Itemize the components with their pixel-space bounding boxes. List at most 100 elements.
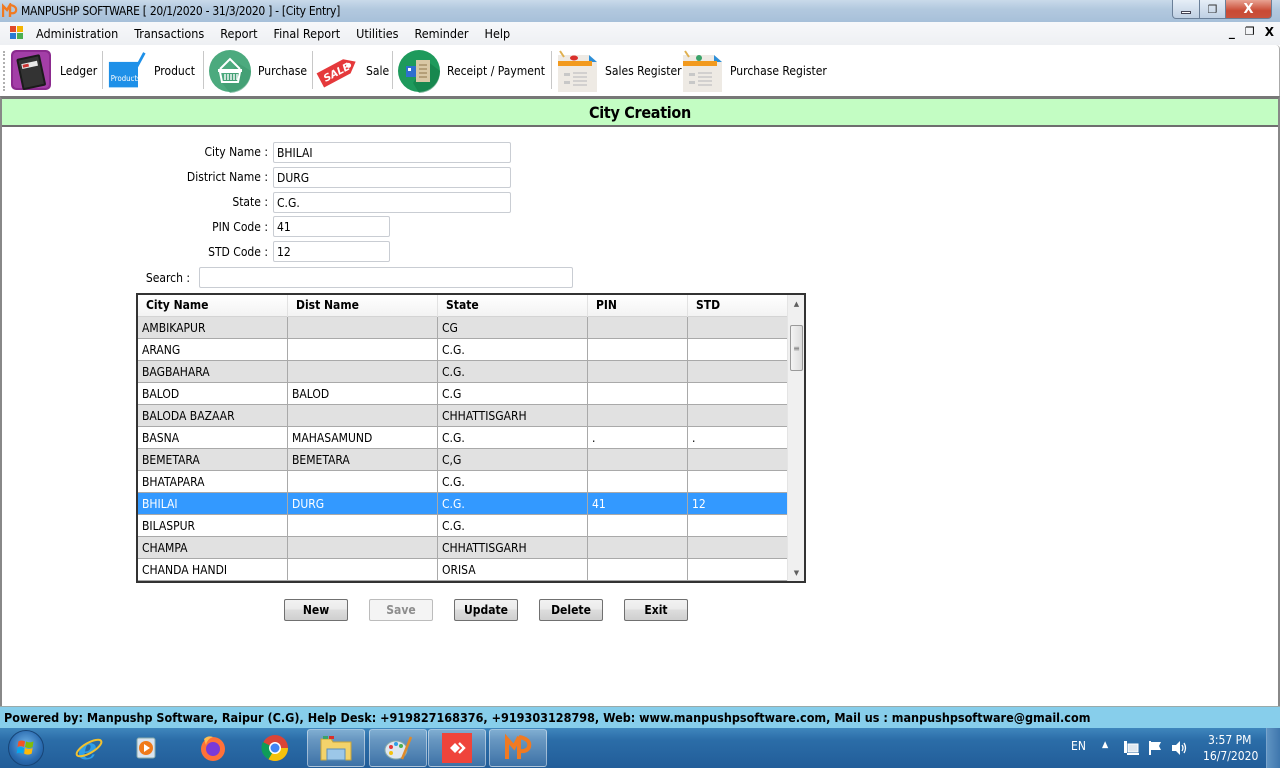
cell-pin[interactable] [588,317,688,338]
cell-city-name[interactable]: BHILAI [138,493,288,514]
table-row[interactable]: BEMETARA BEMETARA C,G [138,449,788,471]
toolbar-ledger-button[interactable]: Ledger [10,48,97,94]
cell-std[interactable]: . [688,427,788,448]
cell-state[interactable]: C.G. [438,361,588,382]
scroll-down-arrow-icon[interactable]: ▼ [788,564,804,581]
cell-dist-name[interactable]: MAHASAMUND [288,427,438,448]
cell-pin[interactable] [588,515,688,536]
cell-dist-name[interactable] [288,559,438,580]
column-header-std[interactable]: STD [688,295,788,317]
column-header-state[interactable]: State [438,295,588,317]
city-name-input[interactable] [273,142,511,163]
update-button[interactable]: Update [454,599,518,621]
taskbar-anydesk[interactable] [428,729,486,767]
cell-std[interactable]: 12 [688,493,788,514]
cell-state[interactable]: CG [438,317,588,338]
start-button[interactable] [8,730,44,766]
cell-dist-name[interactable] [288,361,438,382]
network-icon[interactable] [1123,740,1139,756]
cell-state[interactable]: C,G [438,449,588,470]
taskbar-manpushp[interactable] [489,729,547,767]
show-hidden-icons-icon[interactable]: ▲ [1102,740,1108,750]
cell-std[interactable] [688,559,788,580]
taskbar-chrome[interactable] [246,729,304,767]
cell-pin[interactable] [588,339,688,360]
minimize-button[interactable] [1172,0,1200,19]
district-name-input[interactable] [273,167,511,188]
cell-pin[interactable] [588,405,688,426]
table-row[interactable]: BAGBAHARA C.G. [138,361,788,383]
clock-time[interactable]: 3:57 PM [1208,733,1252,747]
cell-pin[interactable] [588,383,688,404]
cell-dist-name[interactable]: BEMETARA [288,449,438,470]
cell-city-name[interactable]: BALODA BAZAAR [138,405,288,426]
toolbar-receipt-payment-button[interactable]: Receipt / Payment [397,48,545,94]
cell-pin[interactable] [588,471,688,492]
menu-final-report[interactable]: Final Report [266,26,349,41]
action-center-flag-icon[interactable] [1148,740,1164,756]
cell-city-name[interactable]: CHANDA HANDI [138,559,288,580]
taskbar-paint[interactable] [369,729,427,767]
cell-state[interactable]: CHHATTISGARH [438,537,588,558]
mdi-close-button[interactable]: X [1265,25,1274,39]
delete-button[interactable]: Delete [539,599,603,621]
std-code-input[interactable] [273,241,390,262]
toolbar-purchase-register-button[interactable]: Purchase Register [680,48,827,94]
toolbar-sale-button[interactable]: SALE Sale [316,48,389,94]
cell-dist-name[interactable]: DURG [288,493,438,514]
toolbar-product-button[interactable]: Products Product [108,48,195,94]
cell-state[interactable]: C.G. [438,471,588,492]
cell-dist-name[interactable] [288,317,438,338]
pin-code-input[interactable] [273,216,390,237]
cell-state[interactable]: C.G. [438,515,588,536]
scroll-thumb[interactable]: ≡ [790,325,803,371]
cell-state[interactable]: C.G. [438,339,588,360]
cell-pin[interactable]: . [588,427,688,448]
cell-city-name[interactable]: BASNA [138,427,288,448]
menu-administration[interactable]: Administration [28,26,126,41]
cell-std[interactable] [688,383,788,404]
cell-city-name[interactable]: AMBIKAPUR [138,317,288,338]
cell-state[interactable]: CHHATTISGARH [438,405,588,426]
volume-icon[interactable] [1171,740,1189,756]
save-button[interactable]: Save [369,599,433,621]
table-row[interactable]: CHANDA HANDI ORISA [138,559,788,581]
cell-pin[interactable]: 41 [588,493,688,514]
table-row-selected[interactable]: BHILAI DURG C.G. 41 12 [138,493,788,515]
cell-pin[interactable] [588,449,688,470]
grid-vertical-scrollbar[interactable]: ▲ ≡ ▼ [787,295,804,581]
cell-std[interactable] [688,471,788,492]
mdi-restore-button[interactable]: ❐ [1245,25,1255,39]
new-button[interactable]: New [284,599,348,621]
cell-dist-name[interactable] [288,537,438,558]
search-input[interactable] [199,267,573,288]
cell-std[interactable] [688,449,788,470]
cell-std[interactable] [688,405,788,426]
cell-city-name[interactable]: BEMETARA [138,449,288,470]
cell-city-name[interactable]: BALOD [138,383,288,404]
cell-std[interactable] [688,361,788,382]
cell-dist-name[interactable] [288,339,438,360]
table-row[interactable]: BHATAPARA C.G. [138,471,788,493]
taskbar-firefox[interactable] [184,729,242,767]
cell-dist-name[interactable] [288,515,438,536]
menu-help[interactable]: Help [477,26,519,41]
mdi-minimize-button[interactable]: _ [1229,25,1235,39]
scroll-up-arrow-icon[interactable]: ▲ [788,295,804,312]
cell-std[interactable] [688,339,788,360]
cell-std[interactable] [688,515,788,536]
column-header-pin[interactable]: PIN [588,295,688,317]
cell-city-name[interactable]: ARANG [138,339,288,360]
cell-pin[interactable] [588,559,688,580]
cell-dist-name[interactable]: BALOD [288,383,438,404]
menu-reminder[interactable]: Reminder [406,26,476,41]
clock-date[interactable]: 16/7/2020 [1203,749,1258,763]
cell-state[interactable]: C.G [438,383,588,404]
cell-state[interactable]: C.G. [438,427,588,448]
column-header-city-name[interactable]: City Name [138,295,288,317]
cell-city-name[interactable]: BAGBAHARA [138,361,288,382]
column-header-dist-name[interactable]: Dist Name [288,295,438,317]
cell-state[interactable]: C.G. [438,493,588,514]
table-row[interactable]: BASNA MAHASAMUND C.G... [138,427,788,449]
close-button[interactable]: X [1226,0,1272,19]
